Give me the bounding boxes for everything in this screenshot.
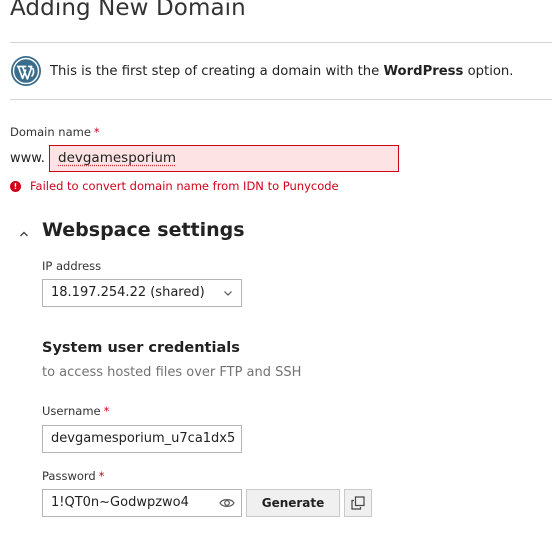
password-value: 1!QT0n~Godwpzwo4: [51, 495, 189, 510]
password-input[interactable]: 1!QT0n~Godwpzwo4: [42, 489, 242, 517]
chevron-down-icon: [224, 291, 232, 296]
domain-name-label: Domain name *: [10, 125, 100, 139]
webspace-section-title[interactable]: Webspace settings: [42, 219, 245, 241]
username-input[interactable]: devgamesporium_u7ca1dx5: [42, 425, 242, 453]
domain-name-input[interactable]: devgamesporium: [49, 145, 399, 172]
password-label: Password *: [42, 469, 105, 483]
error-text: Failed to convert domain name from IDN t…: [30, 179, 339, 193]
copy-password-button[interactable]: [344, 489, 372, 517]
intro-text: This is the first step of creating a dom…: [50, 63, 514, 79]
required-mark: *: [103, 404, 110, 418]
wordpress-logo-icon: [11, 56, 41, 86]
ip-address-select[interactable]: 18.197.254.22 (shared): [42, 279, 242, 307]
copy-icon: [351, 496, 365, 510]
divider: [10, 99, 552, 100]
generate-password-button[interactable]: Generate: [246, 489, 340, 517]
credentials-title: System user credentials: [42, 340, 240, 356]
required-mark: *: [98, 469, 105, 483]
www-prefix: www.: [10, 151, 45, 166]
page-title: Adding New Domain: [10, 0, 246, 21]
divider: [10, 42, 552, 43]
required-mark: *: [93, 125, 100, 139]
domain-error-message: ! Failed to convert domain name from IDN…: [10, 179, 339, 193]
ip-address-label: IP address: [42, 259, 102, 273]
eye-icon[interactable]: [219, 497, 235, 509]
intro-banner: This is the first step of creating a dom…: [10, 55, 513, 87]
chevron-up-icon[interactable]: [18, 228, 30, 240]
username-label: Username *: [42, 404, 110, 418]
error-icon: !: [10, 180, 21, 192]
credentials-description: to access hosted files over FTP and SSH: [42, 365, 302, 380]
